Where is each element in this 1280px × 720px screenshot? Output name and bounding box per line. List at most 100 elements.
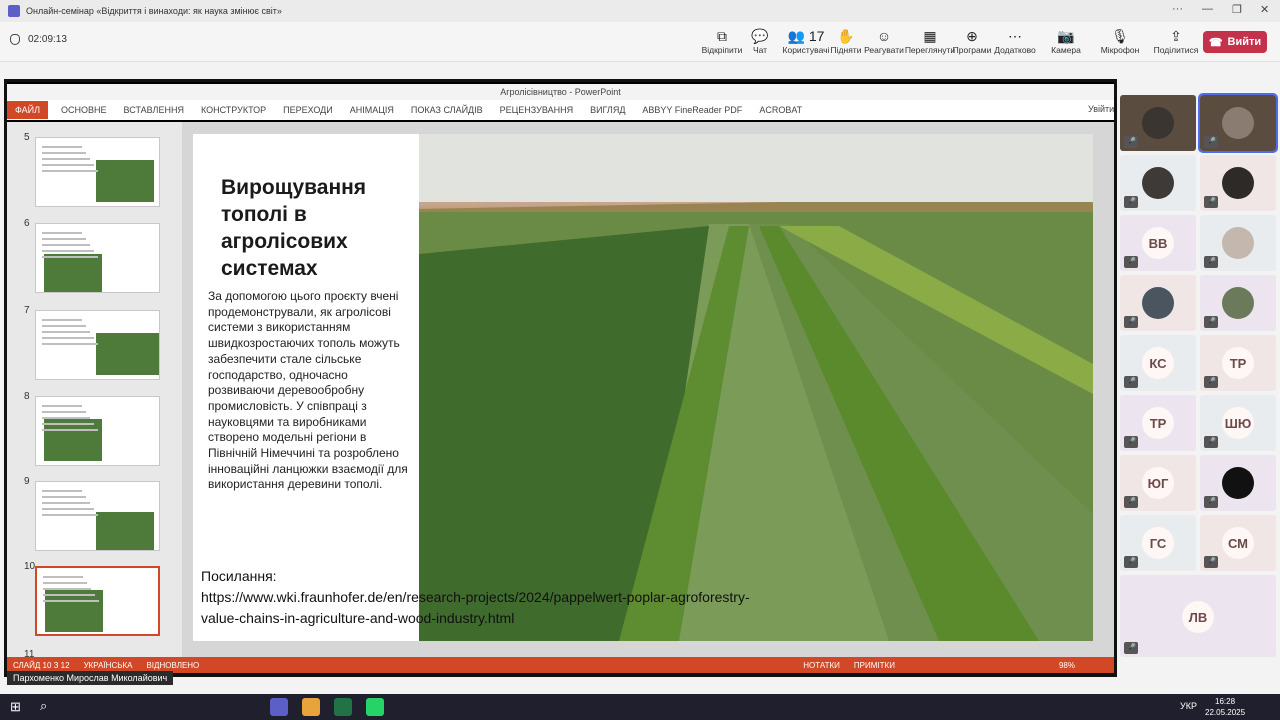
slide-thumbnail[interactable] [35, 481, 160, 551]
slide-number: 8 [24, 391, 30, 402]
reference-url[interactable]: https://www.wki.fraunhofer.de/en/researc… [201, 587, 761, 629]
ribbon-tab[interactable]: ВСТАВЛЕННЯ [124, 105, 184, 115]
slide-thumbnail[interactable] [35, 137, 160, 207]
participant-tile[interactable]: ЛВ 🎤 [1120, 575, 1276, 657]
reference-label: Посилання: [201, 568, 277, 584]
chrome-taskbar-icon[interactable] [302, 698, 320, 716]
participant-avatar: ТР [1142, 407, 1174, 439]
participant-tile[interactable]: ШЮ 🎤 [1200, 395, 1276, 451]
ribbon-tab[interactable]: ВИГЛЯД [590, 105, 625, 115]
language-status[interactable]: УКРАЇНСЬКА [84, 661, 133, 670]
notes-button[interactable]: НОТАТКИ [803, 661, 840, 670]
more-icon[interactable]: ··· [1172, 3, 1183, 15]
participant-photo [1142, 167, 1174, 199]
ribbon-tab[interactable]: ОСНОВНЕ [61, 105, 107, 115]
participant-photo [1142, 107, 1174, 139]
participant-tile[interactable]: КС 🎤 [1120, 335, 1196, 391]
mic-button[interactable]: 🎙 Мікрофон [1094, 27, 1146, 55]
poplar-rows-image [419, 134, 1093, 641]
ribbon-tab[interactable]: КОНСТРУКТОР [201, 105, 266, 115]
ppt-ribbon-tabs: ФАЙЛ ОСНОВНЕ ВСТАВЛЕННЯ КОНСТРУКТОР ПЕРЕХОДИ… [7, 100, 1114, 120]
ribbon-tab[interactable]: ПЕРЕХОДИ [283, 105, 333, 115]
mic-muted-icon: 🎤 [1124, 376, 1138, 388]
ribbon-tab[interactable]: ACROBAT [759, 105, 802, 115]
participant-tile[interactable]: 🎤 [1120, 275, 1196, 331]
participant-tile[interactable]: ВВ 🎤 [1120, 215, 1196, 271]
ribbon-tab[interactable]: ABBYY FineReader PDF [642, 105, 742, 115]
participant-tile[interactable]: 🎤 [1200, 455, 1276, 511]
ppt-title: Агролісівництво - PowerPoint [7, 84, 1114, 100]
ribbon-tab[interactable]: ПОКАЗ СЛАЙДІВ [411, 105, 483, 115]
mic-muted-icon: 🎤 [1204, 316, 1218, 328]
slide[interactable]: Вирощування тополі в агролісових система… [193, 134, 1093, 641]
signin-link[interactable]: Увійти [1088, 104, 1114, 114]
participant-tile[interactable]: 🎤 [1120, 95, 1196, 151]
title-bar: Онлайн-семінар «Відкриття і винаходи: як… [0, 0, 1280, 22]
participant-tile[interactable]: 🎤 [1200, 215, 1276, 271]
participant-avatar: ЛВ [1182, 601, 1214, 633]
windows-taskbar [0, 694, 1280, 720]
mic-muted-icon: 🎤 [1124, 436, 1138, 448]
participant-tile[interactable]: ТР 🎤 [1120, 395, 1196, 451]
participant-photo [1222, 167, 1254, 199]
share-button[interactable]: ⇪ Поділитися [1150, 27, 1202, 55]
share-icon: ⇪ [1170, 28, 1182, 44]
participant-tile[interactable]: 🎤 [1198, 93, 1278, 153]
comments-button[interactable]: ПРИМІТКИ [854, 661, 895, 670]
mic-muted-icon: 🎤 [1124, 556, 1138, 568]
mic-muted-icon: 🎤 [1124, 136, 1138, 148]
participant-photo [1222, 287, 1254, 319]
mic-muted-icon: 🎤 [1204, 496, 1218, 508]
mic-icon: 🎙 [1111, 28, 1129, 44]
phone-icon: ☎ [1208, 36, 1223, 49]
participant-tile[interactable]: ТР 🎤 [1200, 335, 1276, 391]
participant-avatar: ТР [1222, 347, 1254, 379]
search-icon[interactable]: ⌕ [40, 698, 47, 714]
slide-thumbnail[interactable] [35, 566, 160, 636]
participant-tile[interactable]: ГС 🎤 [1120, 515, 1196, 571]
participant-tile[interactable]: 🎤 [1200, 155, 1276, 211]
zoom-level[interactable]: 98% [1059, 661, 1075, 670]
mic-muted-icon: 🎤 [1204, 136, 1218, 148]
slide-body: За допомогою цього проєкту вчені продемо… [208, 289, 408, 492]
mic-muted-icon: 🎤 [1204, 256, 1218, 268]
minimize-icon[interactable]: — [1202, 3, 1213, 15]
slide-number: 9 [24, 476, 30, 487]
slide-thumbnail[interactable] [35, 396, 160, 466]
maximize-icon[interactable]: ❐ [1232, 3, 1242, 16]
more-button[interactable]: ⋯ Додатково [989, 27, 1041, 55]
mic-muted-icon: 🎤 [1124, 642, 1138, 654]
ribbon-tab[interactable]: АНІМАЦІЯ [350, 105, 394, 115]
ribbon-tab[interactable]: РЕЦЕНЗУВАННЯ [500, 105, 573, 115]
slide-thumbnail[interactable] [35, 223, 160, 293]
excel-taskbar-icon[interactable] [334, 698, 352, 716]
participant-tile[interactable]: 🎤 [1120, 155, 1196, 211]
participant-photo [1222, 467, 1254, 499]
system-clock[interactable]: 16:28 22.05.2025 [1205, 696, 1245, 718]
close-icon[interactable]: ✕ [1260, 3, 1269, 16]
mic-muted-icon: 🎤 [1204, 196, 1218, 208]
participant-tile[interactable]: 🎤 [1200, 275, 1276, 331]
participant-avatar: СМ [1222, 527, 1254, 559]
participant-tile[interactable]: СМ 🎤 [1200, 515, 1276, 571]
mic-muted-icon: 🎤 [1204, 376, 1218, 388]
window-title: Онлайн-семінар «Відкриття і винаходи: як… [26, 6, 282, 16]
chat-button[interactable]: 💬 Чат [734, 27, 786, 55]
whatsapp-taskbar-icon[interactable] [366, 698, 384, 716]
teams-icon [8, 5, 20, 17]
keyboard-language[interactable]: УКР [1180, 701, 1197, 711]
slide-thumbnails[interactable]: 5 6 7 8 9 10 11 [7, 122, 182, 660]
leave-button[interactable]: ☎ Вийти [1203, 31, 1267, 53]
slide-counter: СЛАЙД 10 З 12 [13, 660, 70, 670]
participant-tile[interactable]: ЮГ 🎤 [1120, 455, 1196, 511]
react-button[interactable]: ☺ Реагувати [858, 27, 910, 55]
slide-number: 10 [24, 561, 36, 572]
windows-start-icon[interactable]: ⊞ [10, 699, 21, 715]
ribbon-tab[interactable]: ФАЙЛ [7, 101, 49, 119]
shield-icon [10, 34, 20, 45]
slide-thumbnail[interactable] [35, 310, 160, 380]
teams-taskbar-icon[interactable] [270, 698, 288, 716]
camera-icon: 📷 [1057, 28, 1075, 44]
camera-button[interactable]: 📷 Камера [1040, 27, 1092, 55]
react-icon: ☺ [876, 28, 892, 44]
